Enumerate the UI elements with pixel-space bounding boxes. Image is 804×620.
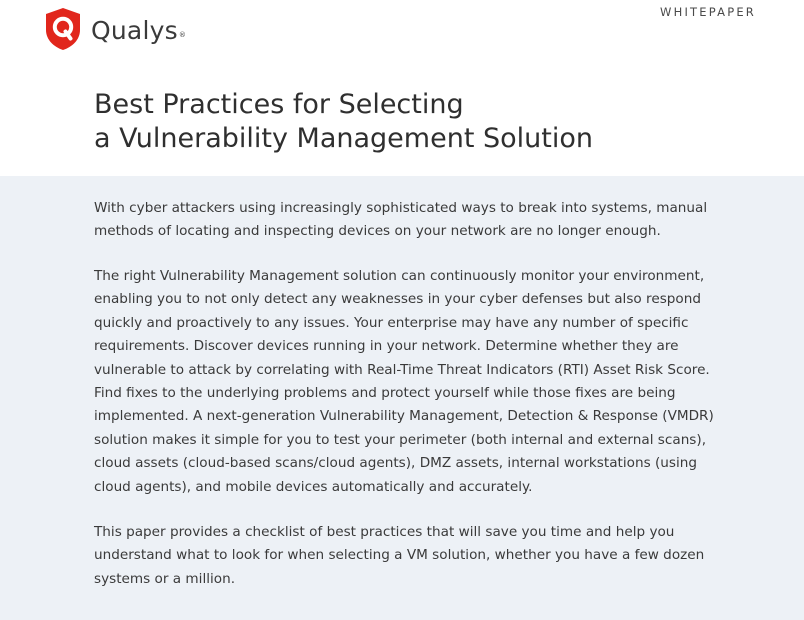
registered-mark: ® (178, 30, 187, 39)
paragraph-line: The right Vulnerability Management solut… (94, 268, 705, 284)
checklist-paragraph: This paper provides a checklist of best … (94, 521, 734, 591)
paragraph-line: vulnerable to attack by correlating with… (94, 361, 710, 378)
paragraph-line: This paper provides a checklist of best … (94, 524, 675, 540)
paragraph-line: systems or a million. (94, 570, 236, 587)
paragraph-line: cloud assets (cloud-based scans/cloud ag… (94, 455, 698, 472)
title-line: Best Practices for Selecting (94, 89, 464, 120)
paragraph-line: enabling you to not only detect any weak… (94, 291, 701, 308)
document-body: With cyber attackers using increasingly … (0, 176, 804, 620)
solution-paragraph: The right Vulnerability Management solut… (94, 265, 734, 499)
paragraph-line: implemented. A next-generation Vulnerabi… (94, 408, 714, 425)
brand-name: Qualys® (91, 16, 186, 45)
paragraph-line: understand what to look for when selecti… (94, 547, 705, 564)
paragraph-line: quickly and proactively to any issues. Y… (94, 314, 689, 331)
intro-paragraph: With cyber attackers using increasingly … (94, 197, 734, 244)
paragraph-line: cloud agents), and mobile devices automa… (94, 478, 533, 495)
document-title: Best Practices for Selecting a Vulnerabi… (94, 88, 593, 156)
shield-q-icon (46, 8, 80, 50)
doc-type-label: WHITEPAPER (660, 5, 756, 19)
paragraph-line: Find fixes to the underlying problems an… (94, 385, 676, 402)
paragraph-line: With cyber attackers using increasingly … (94, 200, 708, 216)
paragraph-line: solution makes it simple for you to test… (94, 431, 707, 448)
paragraph-line: requirements. Discover devices running i… (94, 338, 679, 355)
paragraph-line: methods of locating and inspecting devic… (94, 223, 661, 240)
qualys-logo: Qualys® (44, 7, 186, 51)
brand-name-text: Qualys (91, 15, 178, 45)
title-line: a Vulnerability Management Solution (94, 123, 593, 154)
document-header: Qualys® WHITEPAPER Best Practices for Se… (0, 0, 804, 176)
